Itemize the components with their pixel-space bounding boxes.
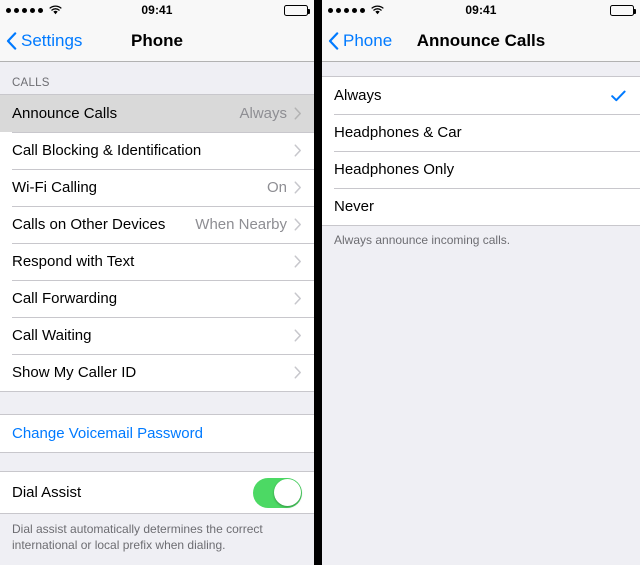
battery-full-icon bbox=[284, 4, 310, 16]
checkmark-icon bbox=[611, 90, 626, 102]
status-bar-left: 09:41 bbox=[0, 0, 314, 20]
status-bar-right: 09:41 bbox=[322, 0, 640, 20]
announce-calls-options-list: Always Headphones & Car Headphones Only … bbox=[322, 62, 640, 565]
dial-assist-footnote: Dial assist automatically determines the… bbox=[12, 522, 263, 552]
row-calls-on-other-devices[interactable]: Calls on Other Devices When Nearby bbox=[0, 206, 314, 243]
option-always[interactable]: Always bbox=[322, 77, 640, 114]
nav-bar-right: Phone Announce Calls bbox=[322, 20, 640, 62]
row-call-forwarding[interactable]: Call Forwarding bbox=[0, 280, 314, 317]
top-gap bbox=[322, 62, 640, 76]
calls-table: Announce Calls Always Call Blocking & Id… bbox=[0, 94, 314, 392]
battery-full-icon bbox=[610, 4, 636, 16]
chevron-right-icon bbox=[294, 181, 302, 194]
option-label: Headphones Only bbox=[334, 161, 455, 178]
chevron-left-icon bbox=[6, 31, 17, 50]
row-announce-calls[interactable]: Announce Calls Always bbox=[0, 95, 314, 132]
row-value: Always bbox=[239, 105, 287, 122]
row-label: Call Waiting bbox=[12, 327, 92, 344]
row-call-waiting[interactable]: Call Waiting bbox=[0, 317, 314, 354]
battery-area-right bbox=[610, 4, 636, 16]
row-show-my-caller-id[interactable]: Show My Caller ID bbox=[0, 354, 314, 391]
section-gap-dial-assist bbox=[0, 453, 314, 471]
right-phone-screen: 09:41 Phone Announce Calls Always Headph… bbox=[322, 0, 640, 565]
row-value: When Nearby bbox=[195, 216, 287, 233]
option-label: Always bbox=[334, 87, 382, 104]
option-label: Never bbox=[334, 198, 375, 215]
row-call-blocking-identification[interactable]: Call Blocking & Identification bbox=[0, 132, 314, 169]
chevron-right-icon bbox=[294, 144, 302, 157]
option-never[interactable]: Never bbox=[322, 188, 640, 225]
row-change-voicemail-password[interactable]: Change Voicemail Password bbox=[0, 415, 314, 452]
options-footnote: Always announce incoming calls. bbox=[334, 233, 511, 247]
nav-bar-left: Settings Phone bbox=[0, 20, 314, 62]
left-phone-screen: 09:41 Settings Phone CALLS Announce Call… bbox=[0, 0, 314, 565]
row-label: Show My Caller ID bbox=[12, 364, 137, 381]
chevron-left-icon bbox=[328, 31, 339, 50]
row-label: Call Blocking & Identification bbox=[12, 142, 202, 159]
toggle-knob bbox=[273, 479, 301, 506]
row-wifi-calling[interactable]: Wi-Fi Calling On bbox=[0, 169, 314, 206]
chevron-right-icon bbox=[294, 218, 302, 231]
chevron-right-icon bbox=[294, 292, 302, 305]
back-button-phone[interactable]: Phone bbox=[322, 31, 392, 51]
row-label: Announce Calls bbox=[12, 105, 118, 122]
dial-assist-table: Dial Assist bbox=[0, 471, 314, 514]
options-table: Always Headphones & Car Headphones Only … bbox=[322, 76, 640, 226]
row-label: Respond with Text bbox=[12, 253, 135, 270]
option-headphones-only[interactable]: Headphones Only bbox=[322, 151, 640, 188]
row-dial-assist: Dial Assist bbox=[0, 472, 314, 513]
dual-screenshot: 09:41 Settings Phone CALLS Announce Call… bbox=[0, 0, 640, 565]
status-bar-clock: 09:41 bbox=[465, 3, 497, 17]
back-button-settings[interactable]: Settings bbox=[0, 31, 82, 51]
dial-assist-toggle[interactable] bbox=[253, 477, 302, 508]
option-headphones-and-car[interactable]: Headphones & Car bbox=[322, 114, 640, 151]
chevron-right-icon bbox=[294, 329, 302, 342]
status-bar-clock: 09:41 bbox=[141, 3, 173, 17]
chevron-right-icon bbox=[294, 366, 302, 379]
row-label: Change Voicemail Password bbox=[12, 425, 203, 442]
row-respond-with-text[interactable]: Respond with Text bbox=[0, 243, 314, 280]
row-value: On bbox=[266, 179, 287, 196]
row-label: Dial Assist bbox=[12, 484, 82, 501]
voicemail-table: Change Voicemail Password bbox=[0, 414, 314, 453]
section-gap-voicemail bbox=[0, 392, 314, 414]
chevron-right-icon bbox=[294, 107, 302, 120]
row-label: Call Forwarding bbox=[12, 290, 118, 307]
section-header-calls: CALLS bbox=[12, 77, 50, 89]
row-label: Wi-Fi Calling bbox=[12, 179, 98, 196]
option-label: Headphones & Car bbox=[334, 124, 462, 141]
battery-area-left bbox=[284, 4, 310, 16]
row-label: Calls on Other Devices bbox=[12, 216, 166, 233]
back-button-label: Phone bbox=[343, 30, 393, 50]
back-button-label: Settings bbox=[21, 30, 83, 50]
chevron-right-icon bbox=[294, 255, 302, 268]
settings-list-left: CALLS Announce Calls Always Call Blockin… bbox=[0, 62, 314, 565]
